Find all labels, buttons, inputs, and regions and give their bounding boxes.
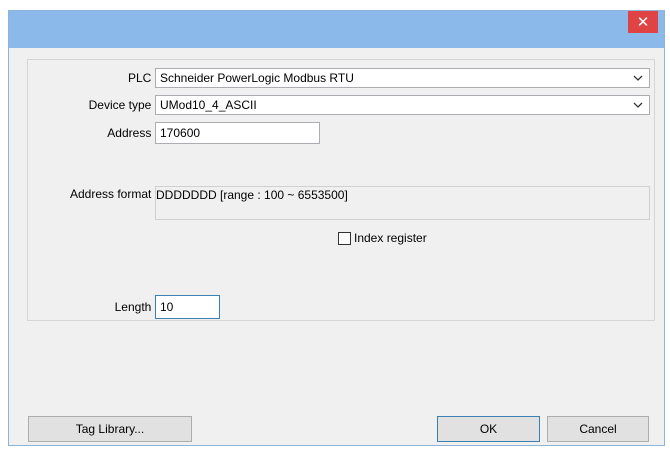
close-icon: ✕ [636,13,650,31]
index-register-label: Index register [354,231,427,245]
close-button[interactable]: ✕ [628,11,658,33]
address-group: PLC : Schneider PowerLogic Modbus RTU De… [27,59,655,321]
address-label: Address : [107,126,158,140]
cancel-button[interactable]: Cancel [547,416,649,442]
ok-button[interactable]: OK [437,416,540,442]
address-format-display: DDDDDDD [range : 100 ~ 6553500] [155,186,650,220]
index-register-checkbox[interactable] [338,231,351,245]
index-register-option[interactable]: Index register [338,231,427,245]
address-input[interactable]: 170600 [155,122,320,144]
length-input[interactable]: 10 [155,295,220,319]
title-bar: ✕ [9,11,664,48]
address-format-label: Address format : [69,187,158,201]
device-type-value: UMod10_4_ASCII [160,98,257,112]
device-type-label: Device type : [88,98,158,112]
plc-label: PLC : [127,71,158,85]
chevron-down-icon [633,96,643,114]
address-format-value: DDDDDDD [range : 100 ~ 6553500] [156,188,348,202]
chevron-down-icon [633,69,643,87]
plc-select[interactable]: Schneider PowerLogic Modbus RTU [155,68,650,88]
address-dialog: ✕ PLC : Schneider PowerLogic Modbus RTU … [8,10,665,446]
length-label: Length : [114,300,158,314]
tag-library-button[interactable]: Tag Library... [28,416,192,442]
plc-value: Schneider PowerLogic Modbus RTU [160,71,354,85]
device-type-select[interactable]: UMod10_4_ASCII [155,95,650,115]
